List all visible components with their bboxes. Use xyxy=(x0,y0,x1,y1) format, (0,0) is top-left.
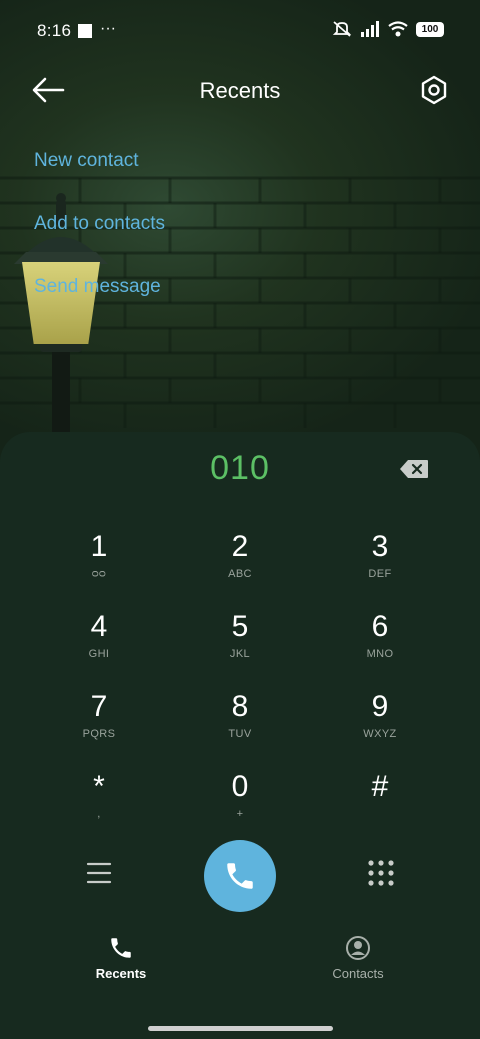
key-digit: 9 xyxy=(371,690,389,723)
tab-label: Contacts xyxy=(332,966,384,981)
key-2[interactable]: 2 ABC xyxy=(185,530,295,600)
key-4[interactable]: 4 GHI xyxy=(44,610,154,680)
key-7[interactable]: 7 PQRS xyxy=(44,690,154,760)
key-letters: GHI xyxy=(88,648,110,660)
notification-icon xyxy=(78,24,92,38)
battery-icon: 100 xyxy=(416,21,444,37)
key-digit: 3 xyxy=(371,530,389,563)
home-indicator[interactable] xyxy=(148,1026,333,1031)
key-0[interactable]: 0 + xyxy=(185,770,295,840)
key-digit: 8 xyxy=(231,690,249,723)
key-digit: 4 xyxy=(90,610,108,643)
new-contact-link[interactable]: New contact xyxy=(34,150,139,172)
key-8[interactable]: 8 TUV xyxy=(185,690,295,760)
page-title: Recents xyxy=(199,78,281,103)
key-5[interactable]: 5 JKL xyxy=(185,610,295,680)
key-6[interactable]: 6 MNO xyxy=(325,610,435,680)
status-bar: 8:16 ··· 100 xyxy=(0,0,480,64)
key-digit: 6 xyxy=(371,610,389,643)
key-hash[interactable]: # xyxy=(325,770,435,840)
key-digit: * xyxy=(93,770,105,803)
phone-icon xyxy=(111,938,131,958)
key-digit: 5 xyxy=(231,610,249,643)
key-letters: WXYZ xyxy=(363,728,397,740)
tab-contacts[interactable]: Contacts xyxy=(298,934,418,981)
contact-person-icon xyxy=(346,936,370,960)
backspace-icon[interactable] xyxy=(399,459,429,479)
key-9[interactable]: 9 WXYZ xyxy=(325,690,435,760)
settings-gear-icon[interactable] xyxy=(418,74,450,106)
add-to-contacts-link[interactable]: Add to contacts xyxy=(34,213,165,235)
phone-icon xyxy=(227,863,253,889)
key-star[interactable]: *, xyxy=(44,770,154,840)
signal-icon xyxy=(361,21,379,37)
menu-icon[interactable] xyxy=(86,860,112,886)
key-digit: 0 xyxy=(231,770,249,803)
key-letters: + xyxy=(236,808,244,820)
key-letters: ABC xyxy=(228,568,252,580)
tab-label: Recents xyxy=(95,966,147,981)
key-digit: 7 xyxy=(90,690,108,723)
key-letters: DEF xyxy=(368,568,392,580)
send-message-link[interactable]: Send message xyxy=(34,276,161,298)
key-digit: 1 xyxy=(90,530,108,563)
tab-recents[interactable]: Recents xyxy=(61,934,181,981)
key-digit: 2 xyxy=(231,530,249,563)
key-3[interactable]: 3 DEF xyxy=(325,530,435,600)
key-letters: JKL xyxy=(229,648,251,660)
dialpad-icon[interactable] xyxy=(367,859,395,887)
voicemail-icon: ᴑᴑ xyxy=(91,568,107,580)
more-notifications-icon: ··· xyxy=(100,20,116,37)
key-letters: MNO xyxy=(366,648,394,660)
wifi-icon xyxy=(388,21,408,37)
lamp-glass xyxy=(22,262,100,344)
call-button[interactable] xyxy=(204,840,276,912)
status-time: 8:16 xyxy=(37,21,72,40)
key-1[interactable]: 1 ᴑᴑ xyxy=(44,530,154,600)
mute-vibrate-icon xyxy=(332,21,352,37)
key-letters: , xyxy=(97,808,101,820)
key-letters: PQRS xyxy=(82,728,116,740)
key-digit: # xyxy=(371,770,389,803)
key-letters: TUV xyxy=(228,728,252,740)
